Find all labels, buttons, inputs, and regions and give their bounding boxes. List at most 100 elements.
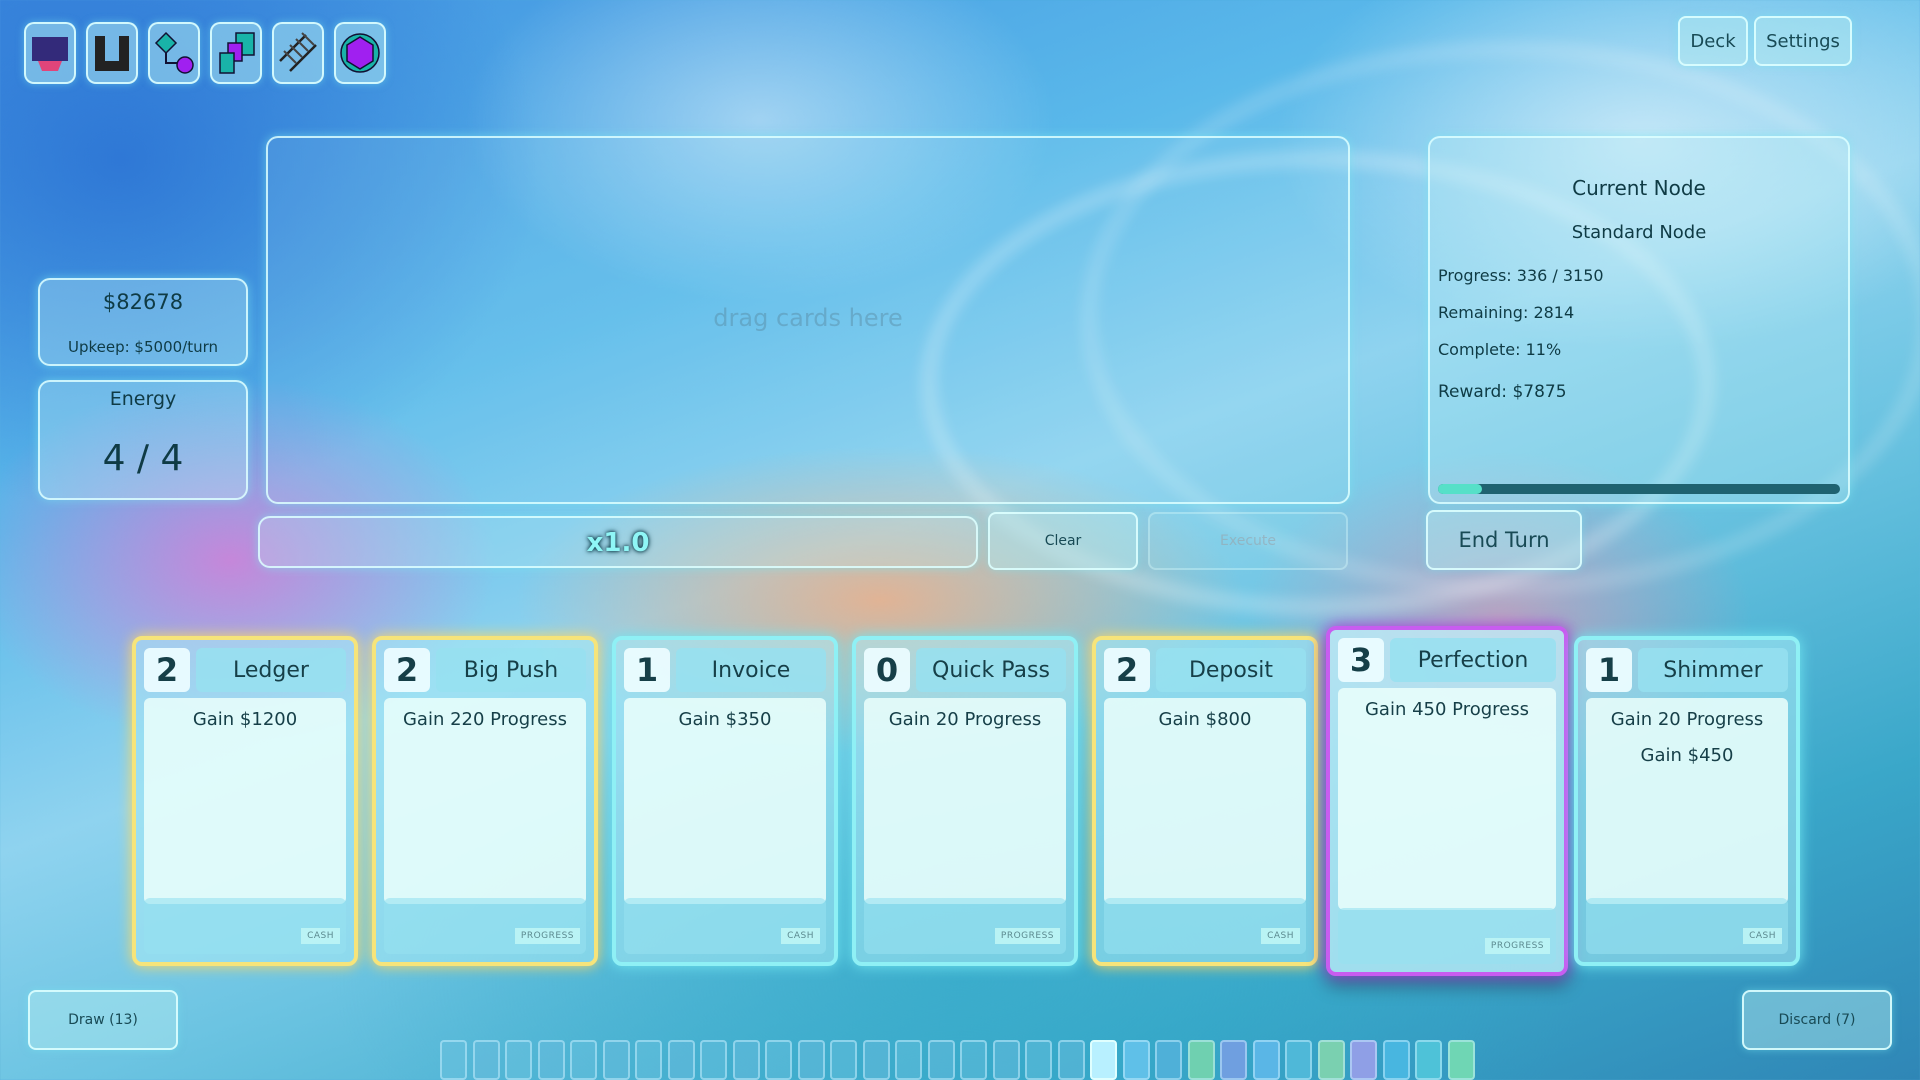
card-name: Quick Pass: [916, 648, 1066, 692]
block-icon: [32, 37, 68, 71]
node-progress-fill: [1438, 484, 1483, 494]
node-title: Current Node: [1572, 176, 1706, 200]
card-quick-pass[interactable]: 0 Quick Pass Gain 20 Progress PROGRESS: [852, 636, 1078, 966]
card-perfection[interactable]: 3 Perfection Gain 450 Progress PROGRESS: [1326, 626, 1568, 976]
pile-card-slot: [1220, 1040, 1247, 1080]
pile-card-slot: [1415, 1040, 1442, 1080]
card-body: Gain 20 Progress: [864, 698, 1066, 904]
block-tool-button[interactable]: [24, 22, 76, 84]
pile-card-slot: [602, 1040, 630, 1080]
card-type-tag: PROGRESS: [1484, 938, 1550, 954]
card-footer: CASH: [1104, 898, 1306, 954]
card-footer: CASH: [624, 898, 826, 954]
card-type-tag: PROGRESS: [994, 928, 1060, 944]
deck-button[interactable]: Deck: [1678, 16, 1748, 66]
multiplier-value: x1.0: [586, 528, 650, 558]
card-footer: CASH: [1586, 898, 1788, 954]
pile-card-slot: [537, 1040, 565, 1080]
diamond-circle-tool-button[interactable]: [148, 22, 200, 84]
u-shape-icon: [95, 36, 129, 71]
card-type-tag: CASH: [781, 928, 820, 944]
energy-label: Energy: [109, 388, 177, 410]
pile-card-slot: [862, 1040, 890, 1080]
pile-card-slot: [895, 1040, 922, 1080]
card-effect: Gain $350: [678, 709, 772, 730]
pile-card-slot: [1382, 1040, 1410, 1080]
card-deposit[interactable]: 2 Deposit Gain $800 CASH: [1092, 636, 1318, 966]
pile-card-slot: [472, 1040, 500, 1080]
end-turn-button[interactable]: End Turn: [1426, 510, 1582, 570]
draw-pile-button[interactable]: Draw (13): [28, 990, 178, 1050]
rail-icon: [279, 32, 317, 72]
settings-button[interactable]: Settings: [1754, 16, 1852, 66]
card-name: Ledger: [196, 648, 346, 692]
discard-pile-button[interactable]: Discard (7): [1742, 990, 1892, 1050]
node-complete: Complete: 11%: [1438, 340, 1562, 359]
card-cost: 2: [1104, 648, 1150, 692]
pile-card-slot: [927, 1040, 955, 1080]
pile-card-slot: [1317, 1040, 1345, 1080]
energy-value: 4 / 4: [102, 438, 184, 479]
card-invoice[interactable]: 1 Invoice Gain $350 CASH: [612, 636, 838, 966]
card-footer: PROGRESS: [864, 898, 1066, 954]
u-shape-tool-button[interactable]: [86, 22, 138, 84]
execute-button[interactable]: Execute: [1148, 512, 1348, 570]
pile-card-slot: [505, 1040, 532, 1080]
card-shimmer[interactable]: 1 Shimmer Gain 20 Progress Gain $450 CAS…: [1574, 636, 1800, 966]
play-drop-zone[interactable]: drag cards here: [266, 136, 1350, 504]
pile-card-slot: [992, 1040, 1020, 1080]
card-name: Invoice: [676, 648, 826, 692]
diamond-circle-icon: [154, 31, 194, 74]
card-body: Gain $1200: [144, 698, 346, 904]
money-value: $82678: [102, 290, 184, 314]
clear-button[interactable]: Clear: [988, 512, 1138, 570]
node-type: Standard Node: [1571, 222, 1707, 243]
card-effect: Gain $450: [1640, 745, 1734, 766]
stacked-squares-tool-button[interactable]: [210, 22, 262, 84]
pile-card-slot: [570, 1040, 597, 1080]
rail-tool-button[interactable]: [272, 22, 324, 84]
card-effect: Gain 450 Progress: [1364, 699, 1529, 720]
pile-card-slot: [1057, 1040, 1085, 1080]
card-cost: 2: [384, 648, 430, 692]
card-big-push[interactable]: 2 Big Push Gain 220 Progress PROGRESS: [372, 636, 598, 966]
multiplier-bar: x1.0: [258, 516, 978, 568]
pile-card-slot: [1122, 1040, 1150, 1080]
node-reward: Reward: $7875: [1438, 382, 1567, 402]
card-body: Gain $800: [1104, 698, 1306, 904]
pile-card-slot: [1350, 1040, 1377, 1080]
card-effect: Gain 20 Progress: [888, 709, 1042, 730]
card-effect: Gain 20 Progress: [1610, 709, 1764, 730]
card-name: Deposit: [1156, 648, 1306, 692]
card-effect: Gain $1200: [192, 709, 298, 730]
card-cost: 2: [144, 648, 190, 692]
hexagon-tool-button[interactable]: [334, 22, 386, 84]
card-cost: 1: [624, 648, 670, 692]
card-body: Gain 20 Progress Gain $450: [1586, 698, 1788, 904]
pile-card-slot: [667, 1040, 695, 1080]
card-body: Gain 220 Progress: [384, 698, 586, 904]
pile-card-slot: [1285, 1040, 1312, 1080]
card-effect: Gain 220 Progress: [402, 709, 567, 730]
card-ledger[interactable]: 2 Ledger Gain $1200 CASH: [132, 636, 358, 966]
pile-card-slot: [700, 1040, 727, 1080]
node-progress: Progress: 336 / 3150: [1438, 266, 1604, 285]
pile-card-slot: [1187, 1040, 1215, 1080]
pile-card-slot: [1090, 1040, 1117, 1080]
pile-card-slot: [1155, 1040, 1182, 1080]
card-name: Perfection: [1390, 638, 1556, 682]
card-cost: 3: [1338, 638, 1384, 682]
card-type-tag: CASH: [301, 928, 340, 944]
card-body: Gain $350: [624, 698, 826, 904]
hexagon-icon: [340, 33, 380, 73]
card-type-tag: CASH: [1743, 928, 1782, 944]
upkeep-text: Upkeep: $5000/turn: [67, 338, 219, 356]
card-footer: PROGRESS: [1338, 908, 1556, 964]
pile-card-slot: [960, 1040, 987, 1080]
current-node-panel: Current Node Standard Node Progress: 336…: [1428, 136, 1850, 504]
card-type-tag: PROGRESS: [514, 928, 580, 944]
node-remaining: Remaining: 2814: [1438, 303, 1575, 322]
stacked-squares-icon: [219, 32, 255, 74]
energy-panel: Energy 4 / 4: [38, 380, 248, 500]
card-effect: Gain $800: [1158, 709, 1252, 730]
